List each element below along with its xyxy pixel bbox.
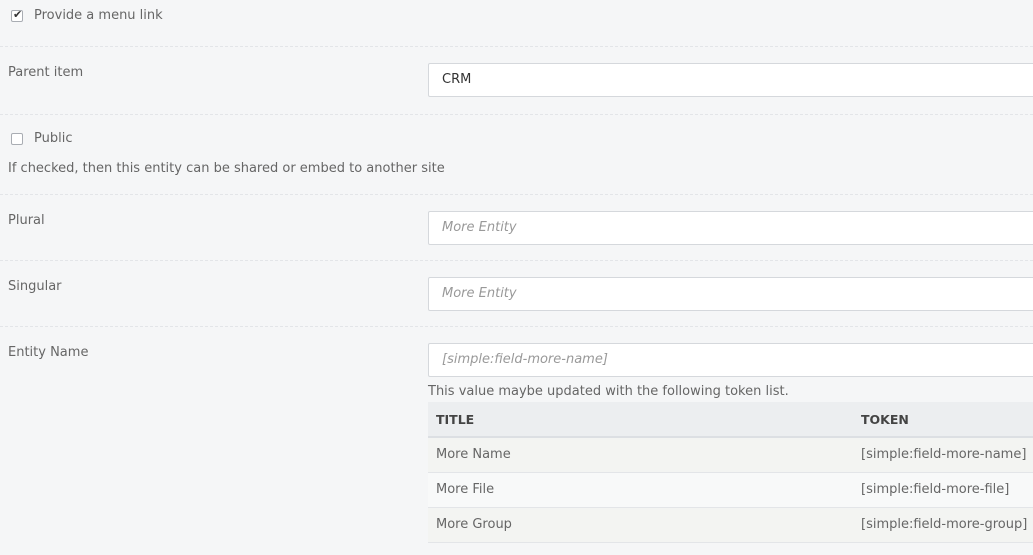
check-icon: ✔: [13, 8, 23, 21]
public-help-text: If checked, then this entity can be shar…: [8, 161, 445, 176]
column-header-title: TITLE: [428, 402, 853, 438]
parent-item-label: Parent item: [8, 65, 84, 80]
divider: [0, 46, 1033, 47]
menu-link-checkbox[interactable]: ✔: [11, 8, 23, 22]
token-table: TITLE TOKEN More Name [simple:field-more…: [428, 402, 1033, 543]
token-value: [simple:field-more-name]: [853, 437, 1033, 473]
public-checkbox[interactable]: [11, 133, 23, 145]
divider: [0, 114, 1033, 115]
entity-name-field[interactable]: [simple:field-more-name]: [428, 343, 1033, 377]
entity-name-help-text: This value maybe updated with the follow…: [428, 384, 789, 399]
token-title: More Name: [428, 437, 853, 473]
parent-item-field[interactable]: CRM: [428, 63, 1033, 97]
singular-field[interactable]: More Entity: [428, 277, 1033, 311]
plural-field[interactable]: More Entity: [428, 211, 1033, 245]
plural-label: Plural: [8, 213, 45, 228]
parent-item-value: CRM: [442, 72, 472, 87]
token-value: [simple:field-more-file]: [853, 472, 1033, 508]
singular-placeholder: More Entity: [442, 286, 517, 301]
divider: [0, 326, 1033, 327]
token-table-header: TITLE TOKEN: [428, 402, 1033, 438]
token-title: More Group: [428, 507, 853, 543]
divider: [0, 194, 1033, 195]
table-row: More File [simple:field-more-file]: [428, 472, 1033, 508]
table-row: More Name [simple:field-more-name]: [428, 437, 1033, 473]
menu-link-label: Provide a menu link: [34, 8, 163, 23]
column-header-token: TOKEN: [853, 402, 1033, 438]
divider: [0, 260, 1033, 261]
token-value: [simple:field-more-group]: [853, 507, 1033, 543]
singular-label: Singular: [8, 279, 62, 294]
token-title: More File: [428, 472, 853, 508]
entity-name-placeholder: [simple:field-more-name]: [442, 352, 608, 367]
entity-name-label: Entity Name: [8, 345, 89, 360]
table-row: More Group [simple:field-more-group]: [428, 507, 1033, 543]
public-label: Public: [34, 131, 73, 146]
plural-placeholder: More Entity: [442, 220, 517, 235]
